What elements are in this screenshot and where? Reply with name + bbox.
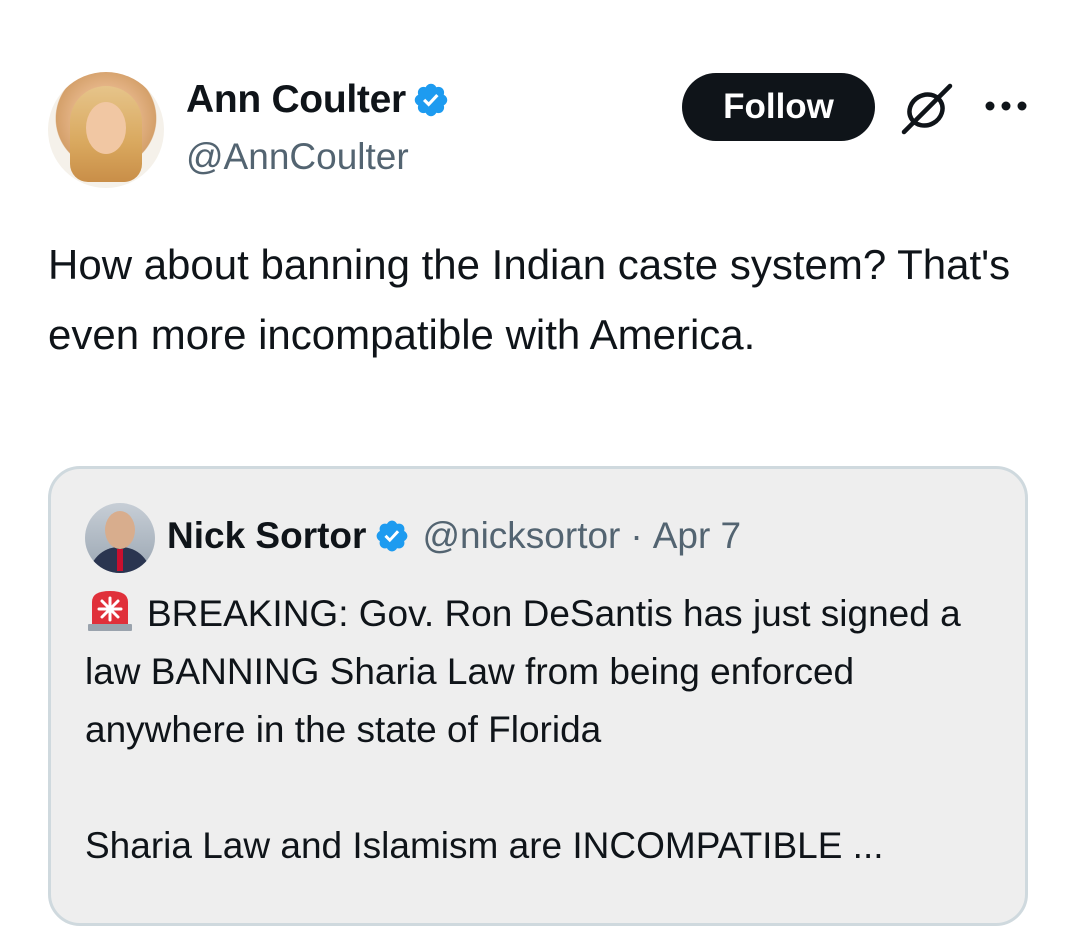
more-options-icon[interactable] <box>984 98 1028 114</box>
quoted-author-avatar[interactable] <box>85 503 155 573</box>
verified-badge-icon <box>414 83 448 117</box>
author-name[interactable]: Ann Coulter <box>186 78 406 122</box>
quoted-author-name[interactable]: Nick Sortor <box>167 515 366 557</box>
rotating-light-emoji <box>88 591 132 631</box>
quoted-line-1: BREAKING: Gov. Ron DeSantis has just sig… <box>85 593 961 750</box>
quoted-text: BREAKING: Gov. Ron DeSantis has just sig… <box>85 585 1005 875</box>
tweet-text: How about banning the Indian caste syste… <box>48 241 1011 358</box>
author-name-row: Ann Coulter <box>186 78 450 122</box>
quoted-line-2: Sharia Law and Islamism are INCOMPATIBLE… <box>85 825 884 866</box>
separator-dot: · <box>630 515 643 556</box>
quoted-author-handle[interactable]: @nicksortor <box>422 515 620 557</box>
author-avatar[interactable] <box>48 72 164 188</box>
follow-button[interactable]: Follow <box>682 73 875 141</box>
author-handle[interactable]: @AnnCoulter <box>186 136 409 178</box>
quoted-header: Nick Sortor @nicksortor · Apr 7 <box>167 515 741 557</box>
grok-icon[interactable] <box>896 80 956 136</box>
quoted-date[interactable]: Apr 7 <box>653 515 741 557</box>
quoted-tweet-card[interactable]: Nick Sortor @nicksortor · Apr 7 BREAKING… <box>48 466 1028 926</box>
verified-badge-icon <box>377 520 408 552</box>
